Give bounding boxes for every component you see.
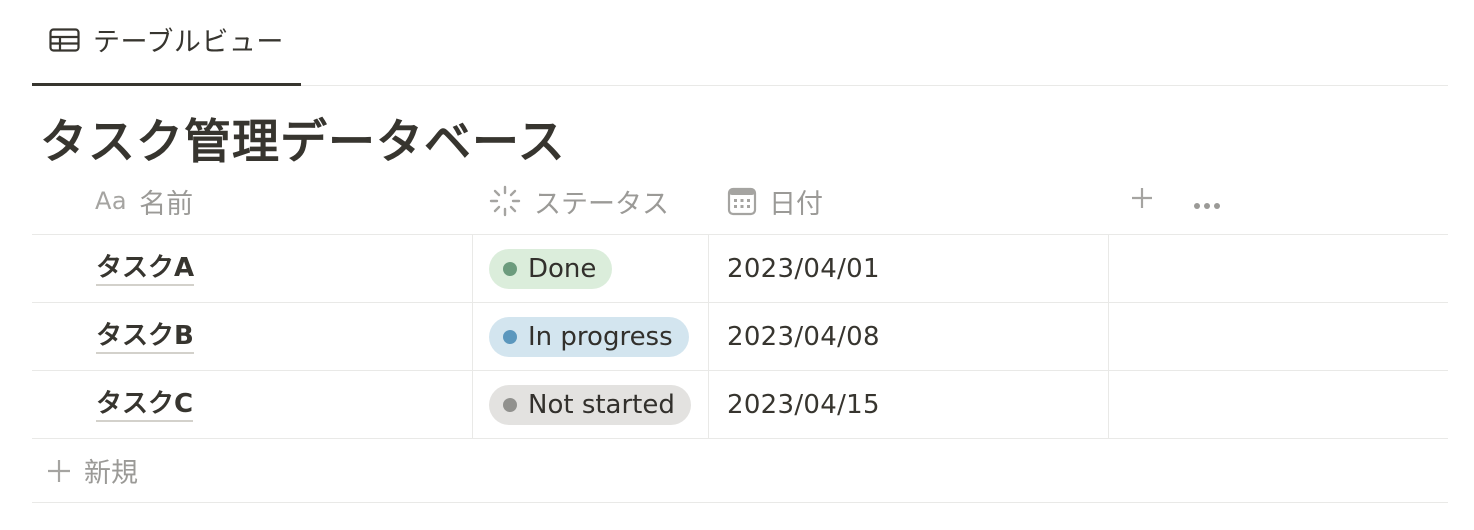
empty-cell — [1109, 235, 1448, 302]
plus-icon — [1130, 186, 1154, 217]
ellipsis-icon — [1193, 186, 1221, 217]
column-header-label: 名前 — [139, 188, 194, 220]
active-tab-indicator — [32, 83, 301, 86]
new-row-button[interactable]: 新規 — [32, 439, 1448, 503]
status-badge[interactable]: Not started — [489, 384, 691, 425]
status-dot — [503, 261, 517, 276]
view-tab-bar: テーブルビュー — [32, 0, 1448, 86]
table-header-row: Aa 名前 ステータス 日付 — [32, 168, 1448, 235]
date-cell[interactable]: 2023/04/01 — [709, 235, 1109, 302]
table-row: タスクA Done 2023/04/01 — [32, 235, 1448, 303]
status-dot — [503, 397, 517, 412]
date-value: 2023/04/08 — [727, 321, 880, 352]
column-header-name[interactable]: Aa 名前 — [95, 168, 193, 234]
status-badge[interactable]: Done — [489, 248, 613, 289]
table-row: タスクC Not started 2023/04/15 — [32, 371, 1448, 439]
date-cell[interactable]: 2023/04/15 — [709, 371, 1109, 438]
more-options-button[interactable] — [1190, 168, 1224, 234]
tab-table-view[interactable]: テーブルビュー — [32, 0, 301, 86]
status-cell[interactable]: Done — [473, 235, 709, 302]
status-cell[interactable]: In progress — [473, 303, 709, 370]
page-title[interactable]: タスク管理データベース — [40, 103, 566, 172]
column-header-status[interactable]: ステータス — [488, 168, 669, 234]
column-header-label: ステータス — [534, 188, 669, 220]
empty-cell — [1109, 371, 1448, 438]
column-header-label: 日付 — [769, 188, 823, 220]
add-property-button[interactable] — [1125, 168, 1159, 234]
new-row-label: 新規 — [84, 458, 138, 489]
column-header-date[interactable]: 日付 — [727, 168, 823, 234]
status-dot — [503, 329, 517, 344]
status-label: In progress — [528, 321, 673, 352]
name-cell[interactable]: タスクB — [32, 303, 473, 370]
database-table: Aa 名前 ステータス 日付 タスクA Done 2023/04/01 タスクB… — [32, 168, 1448, 503]
name-cell[interactable]: タスクC — [32, 371, 473, 438]
tab-label: テーブルビュー — [93, 27, 284, 58]
table-row: タスクB In progress 2023/04/08 — [32, 303, 1448, 371]
status-label: Not started — [528, 389, 675, 420]
task-name-link[interactable]: タスクC — [96, 388, 194, 422]
date-value: 2023/04/15 — [727, 389, 880, 420]
name-cell[interactable]: タスクA — [32, 235, 473, 302]
task-name-link[interactable]: タスクA — [96, 252, 195, 286]
empty-cell — [1109, 303, 1448, 370]
plus-icon — [46, 458, 72, 484]
status-cell[interactable]: Not started — [473, 371, 709, 438]
status-property-icon — [488, 184, 522, 218]
status-label: Done — [528, 253, 597, 284]
task-name-link[interactable]: タスクB — [96, 320, 194, 354]
date-cell[interactable]: 2023/04/08 — [709, 303, 1109, 370]
status-badge[interactable]: In progress — [489, 316, 689, 357]
calendar-icon — [727, 186, 757, 216]
table-icon — [49, 27, 80, 53]
text-property-icon: Aa — [95, 187, 128, 215]
date-value: 2023/04/01 — [727, 253, 880, 284]
